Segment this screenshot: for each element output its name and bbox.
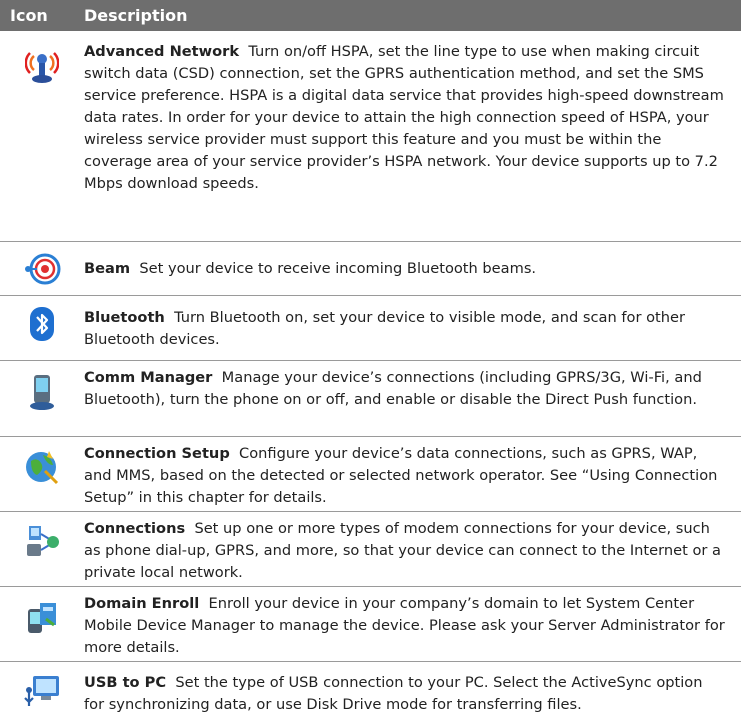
row-description: Domain Enroll Enroll your device in your…: [84, 587, 741, 661]
domain-enroll-icon: [24, 599, 60, 635]
row-title: Bluetooth: [84, 309, 165, 326]
row-description: Connections Set up one or more types of …: [84, 512, 741, 586]
row-title: Connection Setup: [84, 445, 230, 462]
row-description: Comm Manager Manage your device’s connec…: [84, 361, 741, 436]
table-header: Icon Description: [0, 0, 741, 31]
row-title: USB to PC: [84, 674, 167, 691]
row-title: Advanced Network: [84, 43, 240, 60]
settings-icon-table: Icon Description Advanced Network Turn o…: [0, 0, 741, 726]
row-text: Set your device to receive incoming Blue…: [139, 260, 537, 277]
connections-icon: [23, 522, 61, 558]
row-title: Comm Manager: [84, 369, 213, 386]
table-row-domain-enroll: Domain Enroll Enroll your device in your…: [0, 587, 741, 662]
table-row-connection-setup: Connection Setup Configure your device’s…: [0, 437, 741, 512]
table-row-beam: Beam Set your device to receive incoming…: [0, 242, 741, 296]
table-row-connections: Connections Set up one or more types of …: [0, 512, 741, 587]
row-text: Set the type of USB connection to your P…: [84, 674, 703, 713]
header-description-column: Description: [84, 6, 188, 25]
row-title: Domain Enroll: [84, 595, 200, 612]
row-description: Bluetooth Turn Bluetooth on, set your de…: [84, 296, 741, 360]
row-description: Advanced Network Turn on/off HSPA, set t…: [84, 31, 741, 241]
connection-setup-icon: [23, 447, 61, 485]
comm-manager-icon: [27, 373, 57, 411]
row-text: Turn Bluetooth on, set your device to vi…: [84, 309, 685, 348]
row-description: USB to PC Set the type of USB connection…: [84, 662, 741, 726]
table-row-comm-manager: Comm Manager Manage your device’s connec…: [0, 361, 741, 437]
table-row-advanced-network: Advanced Network Turn on/off HSPA, set t…: [0, 31, 741, 242]
row-text: Turn on/off HSPA, set the line type to u…: [84, 43, 724, 192]
row-description: Beam Set your device to receive incoming…: [84, 242, 741, 295]
beam-icon: [23, 252, 61, 286]
header-icon-column: Icon: [10, 6, 48, 25]
advanced-network-icon: [25, 45, 59, 85]
row-title: Connections: [84, 520, 186, 537]
table-row-usb-to-pc: USB to PC Set the type of USB connection…: [0, 662, 741, 726]
row-title: Beam: [84, 260, 131, 277]
bluetooth-icon: [29, 306, 55, 342]
usb-to-pc-icon: [23, 672, 61, 710]
table-row-bluetooth: Bluetooth Turn Bluetooth on, set your de…: [0, 296, 741, 361]
row-description: Connection Setup Configure your device’s…: [84, 437, 741, 511]
